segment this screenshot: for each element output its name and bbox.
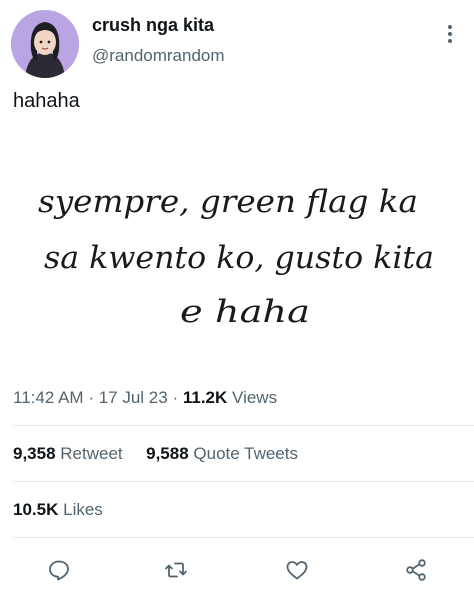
likes-label: Likes	[63, 500, 103, 519]
more-options-button[interactable]	[440, 20, 460, 48]
action-bar	[0, 552, 474, 588]
separator: ·	[88, 388, 94, 407]
avatar-image	[11, 10, 79, 78]
image-text-line-3: e haha	[180, 294, 310, 330]
avatar[interactable]	[11, 10, 79, 78]
display-name[interactable]: crush nga kita	[92, 15, 214, 36]
share-button[interactable]	[402, 556, 430, 584]
divider	[13, 425, 474, 426]
views-label: Views	[232, 388, 278, 407]
separator: ·	[172, 388, 179, 407]
reply-icon	[49, 560, 69, 581]
divider	[13, 481, 474, 482]
tweet-text: hahaha	[13, 90, 80, 112]
tweet-time[interactable]: 11:42 AM	[13, 388, 84, 407]
like-button[interactable]	[283, 556, 311, 584]
share-icon	[406, 559, 426, 581]
retweets-stat[interactable]: 9,358 Retweet	[13, 444, 127, 463]
retweet-icon	[165, 562, 187, 578]
divider	[13, 537, 474, 538]
retweets-count: 9,358	[13, 444, 56, 463]
likes-stat[interactable]: 10.5K Likes	[13, 500, 103, 520]
quotes-label: Quote Tweets	[193, 444, 298, 463]
user-handle[interactable]: @randomrandom	[92, 46, 225, 66]
quotes-count: 9,588	[146, 444, 189, 463]
tweet-date[interactable]: 17 Jul 23	[99, 388, 168, 407]
more-vertical-icon	[448, 25, 452, 43]
tweet-image[interactable]: syempre, green flag ka sa kwento ko, gus…	[30, 170, 450, 340]
image-text-line-1: syempre, green flag ka	[38, 184, 418, 220]
retweets-label: Retweet	[60, 444, 123, 463]
tweet-meta: 11:42 AM · 17 Jul 23 · 11.2K Views	[13, 388, 277, 408]
heart-icon	[286, 561, 308, 580]
likes-count: 10.5K	[13, 500, 59, 519]
engagement-stats: 9,358 Retweet 9,588 Quote Tweets	[13, 444, 298, 464]
reply-button[interactable]	[45, 556, 73, 584]
views-count: 11.2K	[182, 388, 228, 407]
retweet-button[interactable]	[162, 556, 190, 584]
quotes-stat[interactable]: 9,588 Quote Tweets	[146, 444, 298, 463]
image-text-line-2: sa kwento ko, gusto kita	[44, 240, 434, 276]
